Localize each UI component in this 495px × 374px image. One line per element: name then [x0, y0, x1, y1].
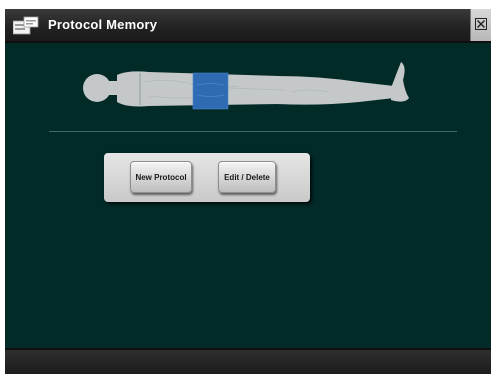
protocol-memory-icon	[13, 16, 39, 35]
edit-delete-button[interactable]: Edit / Delete	[218, 161, 276, 193]
protocol-memory-window: Protocol Memory New Protocol Edit / Dele…	[5, 9, 491, 374]
window-title: Protocol Memory	[48, 17, 158, 32]
close-button[interactable]	[470, 9, 491, 41]
bottom-bar	[5, 348, 491, 374]
title-bar: Protocol Memory	[5, 9, 491, 43]
protocol-action-panel: New Protocol Edit / Delete	[104, 153, 310, 202]
new-protocol-button[interactable]: New Protocol	[130, 161, 192, 193]
human-body-icon	[83, 62, 409, 110]
close-icon	[475, 18, 487, 30]
section-divider	[49, 131, 457, 132]
highlighted-region[interactable]	[192, 72, 229, 110]
